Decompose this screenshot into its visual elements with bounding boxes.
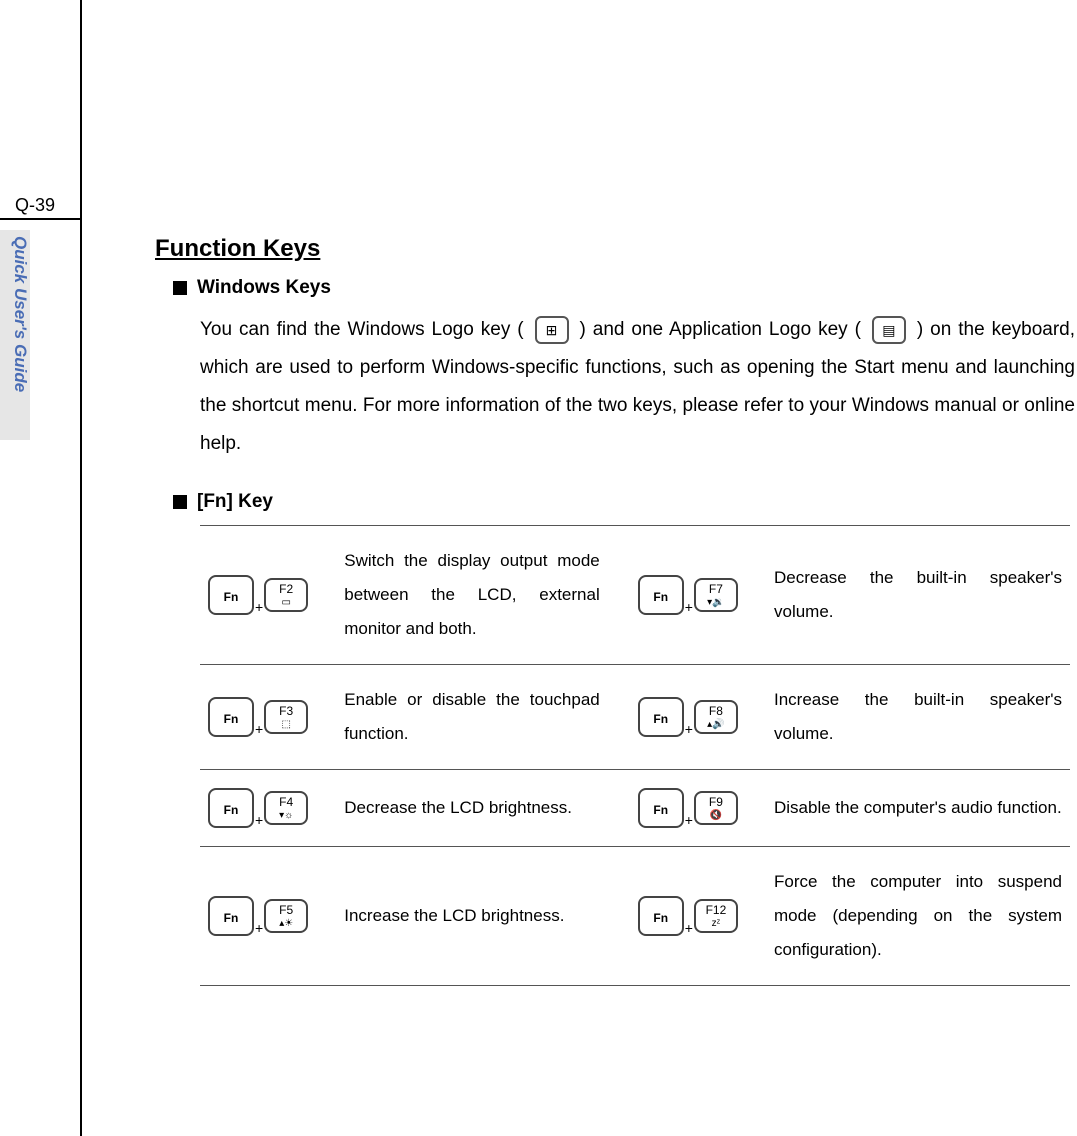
para-part-a: You can find the Windows Logo key ( (200, 319, 524, 340)
plus-icon: + (685, 812, 693, 828)
windows-keys-paragraph: You can find the Windows Logo key ( ⊞ ) … (200, 311, 1075, 463)
table-row: Fn+F5▴☀Increase the LCD brightness.Fn+F1… (200, 847, 1070, 986)
side-tab: Quick User's Guide (0, 230, 30, 440)
table-row: Fn+F3⬚Enable or disable the touchpad fun… (200, 665, 1070, 770)
fn-key-icon: Fn (208, 788, 254, 828)
key-combo-right: Fn+F12zᶻ (630, 847, 766, 986)
subheading-fn-key-label: [Fn] Key (197, 491, 273, 513)
fn-key-icon: Fn (208, 697, 254, 737)
windows-logo-key-icon: ⊞ (535, 316, 569, 344)
application-key-icon: ▤ (872, 316, 906, 344)
function-key-icon: F4▾☼ (264, 791, 308, 825)
plus-icon: + (685, 920, 693, 936)
function-key-icon: F9🔇 (694, 791, 738, 825)
function-key-icon: F12zᶻ (694, 899, 738, 933)
key-description-right: Disable the computer's audio function. (766, 770, 1070, 847)
fn-key-icon: Fn (208, 896, 254, 936)
plus-icon: + (255, 812, 263, 828)
fn-key-icon: Fn (208, 575, 254, 615)
fn-key-icon: Fn (638, 896, 684, 936)
key-description-right: Force the computer into suspend mode (de… (766, 847, 1070, 986)
key-description-right: Decrease the built-in speaker's volume. (766, 526, 1070, 665)
function-key-icon: F5▴☀ (264, 899, 308, 933)
key-combo-left: Fn+F3⬚ (200, 665, 336, 770)
function-key-icon: F2▭ (264, 578, 308, 612)
function-key-icon: F7▾🔉 (694, 578, 738, 612)
table-row: Fn+F2▭Switch the display output mode bet… (200, 526, 1070, 665)
subheading-windows-keys: Windows Keys (173, 277, 1075, 299)
key-description-right: Increase the built-in speaker's volume. (766, 665, 1070, 770)
function-key-icon: F3⬚ (264, 700, 308, 734)
key-combo-left: Fn+F4▾☼ (200, 770, 336, 847)
key-combo-right: Fn+F7▾🔉 (630, 526, 766, 665)
function-key-icon: F8▴🔊 (694, 700, 738, 734)
plus-icon: + (255, 599, 263, 615)
plus-icon: + (255, 721, 263, 737)
key-description-left: Enable or disable the touchpad function. (336, 665, 629, 770)
content-area: Function Keys Windows Keys You can find … (155, 235, 1075, 986)
fn-key-table: Fn+F2▭Switch the display output mode bet… (200, 525, 1070, 986)
subheading-windows-keys-label: Windows Keys (197, 277, 331, 299)
page-number-rule (0, 218, 80, 220)
key-description-left: Increase the LCD brightness. (336, 847, 629, 986)
key-description-left: Switch the display output mode between t… (336, 526, 629, 665)
plus-icon: + (255, 920, 263, 936)
bullet-icon (173, 281, 187, 295)
key-combo-left: Fn+F5▴☀ (200, 847, 336, 986)
heading-function-keys: Function Keys (155, 235, 1075, 263)
bullet-icon (173, 495, 187, 509)
fn-key-icon: Fn (638, 697, 684, 737)
table-row: Fn+F4▾☼Decrease the LCD brightness.Fn+F9… (200, 770, 1070, 847)
fn-key-icon: Fn (638, 575, 684, 615)
key-combo-right: Fn+F8▴🔊 (630, 665, 766, 770)
fn-key-icon: Fn (638, 788, 684, 828)
side-tab-label: Quick User's Guide (11, 236, 30, 392)
plus-icon: + (685, 599, 693, 615)
page-number: Q-39 (15, 195, 55, 216)
para-part-b: ) and one Application Logo key ( (580, 319, 861, 340)
plus-icon: + (685, 721, 693, 737)
subheading-fn-key: [Fn] Key (173, 491, 1075, 513)
key-description-left: Decrease the LCD brightness. (336, 770, 629, 847)
vertical-divider (80, 0, 82, 1136)
key-combo-left: Fn+F2▭ (200, 526, 336, 665)
key-combo-right: Fn+F9🔇 (630, 770, 766, 847)
